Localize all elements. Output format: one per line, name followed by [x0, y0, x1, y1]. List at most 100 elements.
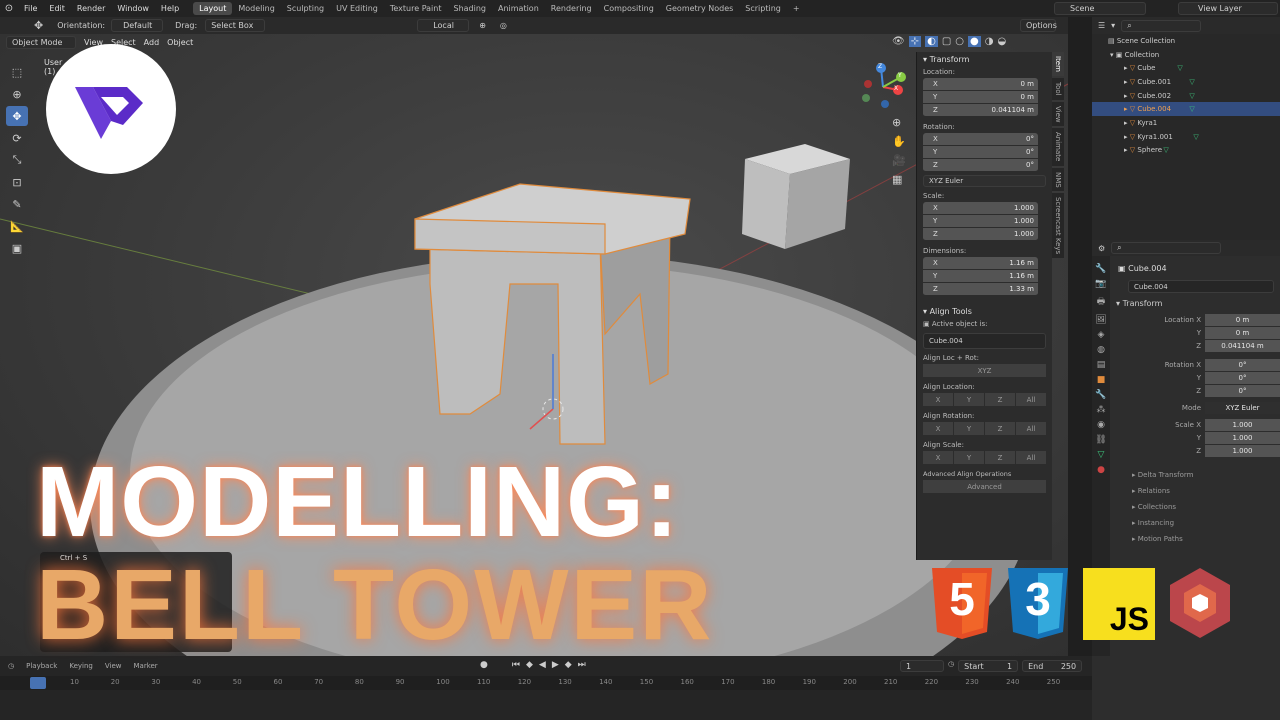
advanced-button[interactable]: Advanced — [923, 480, 1046, 493]
rendered-shading-icon[interactable]: ◒ — [997, 36, 1006, 47]
menu-keying[interactable]: Keying — [69, 662, 93, 670]
tab-uv-editing[interactable]: UV Editing — [330, 2, 384, 15]
select-box-icon[interactable]: ⬚ — [6, 62, 28, 82]
scale-x-field[interactable]: X 1.000 — [923, 202, 1038, 215]
next-key-icon[interactable]: ◆ — [565, 660, 572, 670]
collections-section[interactable]: ▸ Collections — [1110, 499, 1280, 515]
tool-props-icon[interactable]: 🔧 — [1095, 264, 1106, 274]
clock-icon[interactable]: ◷ — [948, 660, 954, 672]
add-cube-icon[interactable]: ▣ — [6, 238, 28, 258]
align-scale-all-button[interactable]: All — [1016, 451, 1046, 464]
modifier-props-icon[interactable]: 🔧 — [1095, 390, 1106, 400]
tab-screencast-keys[interactable]: Screencast Keys — [1052, 193, 1064, 259]
prev-key-icon[interactable]: ◆ — [526, 660, 533, 670]
props-transform-header[interactable]: ▾ Transform — [1110, 293, 1280, 313]
rotation-x-field[interactable]: X 0° — [923, 133, 1038, 146]
jump-end-icon[interactable]: ⏭ — [578, 660, 586, 670]
outliner-item-cube[interactable]: ▸ ▽ Cube ▽ — [1092, 61, 1280, 75]
align-loc-x-button[interactable]: X — [923, 393, 953, 406]
outliner-item-cube-004[interactable]: ▸ ▽ Cube.004 ▽ — [1092, 102, 1280, 117]
add-workspace-button[interactable]: + — [787, 2, 806, 15]
menu-help[interactable]: Help — [155, 4, 185, 13]
relations-section[interactable]: ▸ Relations — [1110, 483, 1280, 499]
transform-icon[interactable]: ⊡ — [6, 172, 28, 192]
physics-props-icon[interactable]: ◉ — [1097, 420, 1105, 430]
props-rotation-mode[interactable]: Mode XYZ Euler — [1110, 401, 1280, 414]
record-icon[interactable]: ● — [480, 660, 488, 670]
outliner-collection[interactable]: ▾ ▣ Collection — [1092, 48, 1280, 62]
outliner-scene-collection[interactable]: ▤ Scene Collection — [1092, 34, 1280, 48]
delta-transform-section[interactable]: ▸ Delta Transform — [1110, 467, 1280, 483]
menu-render[interactable]: Render — [71, 4, 111, 13]
properties-type-icon[interactable]: ⚙ — [1098, 244, 1105, 253]
scene-selector[interactable]: Scene — [1054, 2, 1146, 15]
scale-y-field[interactable]: Y 1.000 — [923, 215, 1038, 228]
measure-icon[interactable]: 📐 — [6, 216, 28, 236]
mode-dropdown[interactable]: Object Mode — [6, 36, 76, 49]
overlays-icon[interactable]: ◐ — [925, 36, 938, 47]
props-rotation-x[interactable]: Rotation X 0° — [1110, 358, 1280, 371]
output-props-icon[interactable]: 🖶 — [1097, 294, 1106, 310]
play-icon[interactable]: ▶ — [552, 660, 559, 670]
data-props-icon[interactable]: ▽ — [1098, 450, 1105, 460]
dimensions-z-field[interactable]: Z 1.33 m — [923, 283, 1038, 296]
timeline-ruler[interactable]: 10 20 30 40 50 60 70 80 90 100 110 120 130 140 150 160 1… — [0, 676, 1092, 690]
outliner-item-kyra1[interactable]: ▸ ▽ Kyra1 — [1092, 116, 1280, 130]
menu-marker[interactable]: Marker — [133, 662, 157, 670]
solid-shading-icon[interactable]: ● — [968, 36, 981, 47]
tab-animation[interactable]: Animation — [492, 2, 545, 15]
align-loc-z-button[interactable]: Z — [985, 393, 1015, 406]
collection-props-icon[interactable]: ▤ — [1097, 360, 1106, 370]
align-rot-z-button[interactable]: Z — [985, 422, 1015, 435]
xray-icon[interactable]: ▢ — [942, 36, 951, 47]
outliner-filter-icon[interactable]: ▾ — [1111, 21, 1115, 30]
gizmo-toggle-icon[interactable]: ⊹ — [908, 36, 922, 47]
rotate-icon[interactable]: ⟳ — [6, 128, 28, 148]
props-location-y[interactable]: Y 0 m — [1110, 326, 1280, 339]
props-rotation-z[interactable]: Z 0° — [1110, 384, 1280, 397]
current-frame-field[interactable]: 1 — [900, 660, 944, 672]
tab-rendering[interactable]: Rendering — [545, 2, 598, 15]
view-layer-props-icon[interactable]: 🖼 — [1095, 315, 1106, 325]
tab-nms[interactable]: NMS — [1052, 167, 1064, 192]
align-tools-header[interactable]: ▾ Align Tools — [917, 304, 1052, 318]
scale-z-field[interactable]: Z 1.000 — [923, 228, 1038, 241]
play-reverse-icon[interactable]: ◀ — [539, 660, 546, 670]
tab-compositing[interactable]: Compositing — [598, 2, 660, 15]
visibility-icon[interactable]: 👁 — [892, 36, 905, 47]
menu-edit[interactable]: Edit — [43, 4, 71, 13]
material-props-icon[interactable]: ● — [1097, 465, 1105, 475]
playhead[interactable] — [30, 677, 46, 689]
navigation-gizmo[interactable]: X Z Y — [856, 60, 910, 114]
camera-icon[interactable]: 🎥 — [892, 154, 906, 167]
transform-panel-header[interactable]: ▾ Transform — [917, 52, 1052, 66]
zoom-icon[interactable]: ⊕ — [892, 116, 906, 129]
object-props-icon[interactable]: ■ — [1097, 375, 1106, 385]
tab-shading[interactable]: Shading — [447, 2, 492, 15]
orientation-dropdown[interactable]: Default — [111, 19, 164, 32]
tab-sculpting[interactable]: Sculpting — [281, 2, 330, 15]
rotation-z-field[interactable]: Z 0° — [923, 159, 1038, 172]
dimensions-x-field[interactable]: X 1.16 m — [923, 257, 1038, 270]
scale-icon[interactable]: ⤡ — [6, 150, 28, 170]
instancing-section[interactable]: ▸ Instancing — [1110, 515, 1280, 531]
tab-geometry-nodes[interactable]: Geometry Nodes — [660, 2, 739, 15]
tab-texture-paint[interactable]: Texture Paint — [384, 2, 448, 15]
transform-tool-icon[interactable]: ✥ — [34, 19, 43, 32]
proportional-edit-icon[interactable]: ◎ — [500, 21, 507, 30]
jump-start-icon[interactable]: ⏮ — [512, 660, 520, 670]
world-props-icon[interactable]: ◍ — [1097, 345, 1105, 355]
props-scale-x[interactable]: Scale X 1.000 — [1110, 418, 1280, 431]
snap-icon[interactable]: ⊕ — [479, 21, 486, 30]
align-scale-z-button[interactable]: Z — [985, 451, 1015, 464]
menu-window[interactable]: Window — [111, 4, 155, 13]
annotate-icon[interactable]: ✎ — [6, 194, 28, 214]
blender-logo-icon[interactable]: ⊙ — [0, 3, 18, 14]
align-rot-y-button[interactable]: Y — [954, 422, 984, 435]
motion-paths-section[interactable]: ▸ Motion Paths — [1110, 531, 1280, 547]
particles-props-icon[interactable]: ⁂ — [1097, 405, 1106, 415]
active-object-field[interactable]: Cube.004 — [923, 333, 1046, 349]
tab-animate[interactable]: Animate — [1052, 128, 1064, 166]
props-scale-z[interactable]: Z 1.000 — [1110, 444, 1280, 457]
align-loc-all-button[interactable]: All — [1016, 393, 1046, 406]
